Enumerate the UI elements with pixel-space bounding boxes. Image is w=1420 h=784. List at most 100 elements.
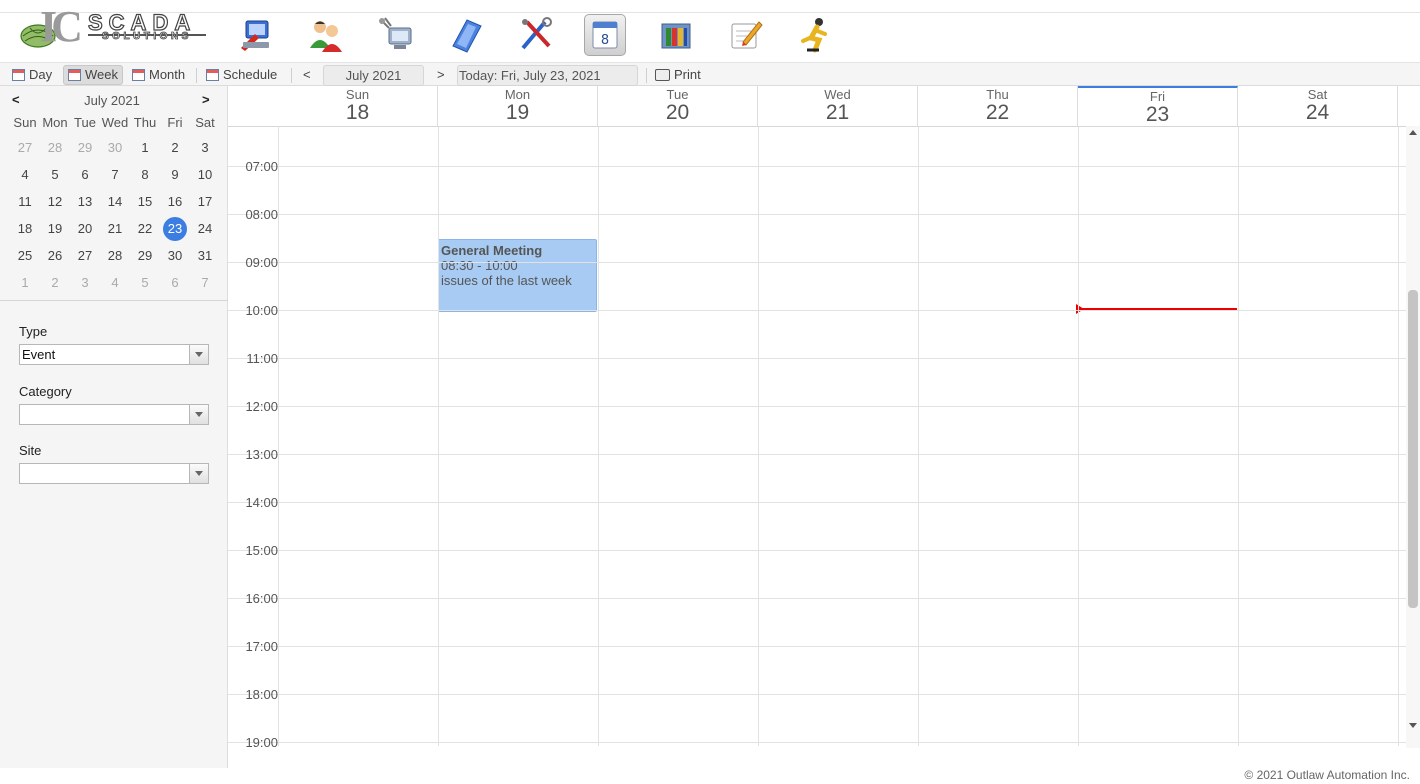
month-view-button[interactable]: Month: [128, 65, 189, 85]
chevron-down-icon[interactable]: [189, 405, 208, 424]
day-view-button[interactable]: Day: [8, 65, 56, 85]
day-header-fri[interactable]: Fri 23: [1078, 86, 1238, 126]
mini-calendar-day[interactable]: 5: [40, 163, 70, 190]
mini-calendar-day[interactable]: 30: [100, 136, 130, 163]
day-name: Sat: [1307, 87, 1328, 102]
today-button[interactable]: [457, 65, 638, 86]
day-header-thu[interactable]: Thu 22: [918, 86, 1078, 126]
mini-calendar-day[interactable]: 28: [40, 136, 70, 163]
mini-calendar-prev-button[interactable]: <: [12, 92, 20, 107]
documents-icon[interactable]: [445, 14, 487, 56]
mini-calendar-day[interactable]: 29: [130, 244, 160, 271]
library-icon[interactable]: [655, 14, 697, 56]
previous-period-button[interactable]: <: [303, 66, 311, 84]
mini-calendar-day[interactable]: 6: [70, 163, 100, 190]
mini-calendar-next-button[interactable]: >: [202, 92, 210, 107]
week-view-button[interactable]: Week: [63, 65, 123, 85]
hour-label: 18:00: [245, 687, 278, 702]
mini-calendar-day[interactable]: 13: [70, 190, 100, 217]
mini-calendar-day[interactable]: 12: [40, 190, 70, 217]
today-highlight: 23: [163, 217, 187, 241]
ic-scada-logo: IC SCADA SOLUTIONS: [18, 4, 208, 52]
scroll-up-icon[interactable]: [1409, 130, 1417, 135]
runner-icon[interactable]: [795, 14, 837, 56]
operator-station-icon[interactable]: [235, 14, 277, 56]
users-icon[interactable]: [305, 14, 347, 56]
hour-label: 10:00: [245, 303, 278, 318]
day-header-sat[interactable]: Sat 24: [1238, 86, 1398, 126]
hour-label: 09:00: [245, 255, 278, 270]
hour-label: 08:00: [245, 207, 278, 222]
mini-calendar-day[interactable]: 18: [10, 217, 40, 244]
tools-icon[interactable]: [515, 14, 557, 56]
type-select[interactable]: Event: [19, 344, 209, 365]
mini-calendar-day[interactable]: 15: [130, 190, 160, 217]
mini-calendar-day[interactable]: 22: [130, 217, 160, 244]
day-column-divider: [278, 126, 279, 746]
mini-calendar-day[interactable]: 19: [40, 217, 70, 244]
mini-calendar-day[interactable]: 2: [160, 136, 190, 163]
mini-calendar-day[interactable]: 7: [100, 163, 130, 190]
mini-calendar-day[interactable]: 10: [190, 163, 220, 190]
category-select[interactable]: [19, 404, 209, 425]
mini-calendar-day[interactable]: 27: [70, 244, 100, 271]
day-column-divider: [438, 126, 439, 746]
day-header-sun[interactable]: Sun 18: [278, 86, 438, 126]
mini-calendar-day[interactable]: 17: [190, 190, 220, 217]
period-display[interactable]: [323, 65, 424, 86]
day-number: 19: [505, 101, 530, 124]
mini-calendar-day[interactable]: 3: [190, 136, 220, 163]
scroll-down-icon[interactable]: [1409, 723, 1417, 728]
mini-calendar-day[interactable]: 28: [100, 244, 130, 271]
mini-calendar-week: 1234567: [10, 271, 220, 298]
mini-calendar-day[interactable]: 20: [70, 217, 100, 244]
calendar-scrollbar[interactable]: [1406, 126, 1420, 748]
mini-calendar-day[interactable]: 30: [160, 244, 190, 271]
calendar-icon[interactable]: 8: [584, 14, 626, 56]
day-header-mon[interactable]: Mon 19: [438, 86, 598, 126]
notes-icon[interactable]: [725, 14, 767, 56]
day-number: 22: [985, 101, 1010, 124]
mini-calendar-day[interactable]: 1: [10, 271, 40, 298]
mini-calendar-day[interactable]: 3: [70, 271, 100, 298]
type-select-value: Event: [22, 347, 56, 362]
network-icon[interactable]: [375, 14, 417, 56]
mini-calendar-week: 18 19 20 21 22 23 24: [10, 217, 220, 244]
day-header-wed[interactable]: Wed 21: [758, 86, 918, 126]
mini-calendar-day[interactable]: 24: [190, 217, 220, 244]
mini-calendar-day[interactable]: 23: [160, 217, 190, 244]
mini-calendar-day[interactable]: 31: [190, 244, 220, 271]
mini-calendar-day[interactable]: 7: [190, 271, 220, 298]
mini-calendar-day[interactable]: 5: [130, 271, 160, 298]
chevron-down-icon[interactable]: [189, 345, 208, 364]
mini-calendar-day[interactable]: 21: [100, 217, 130, 244]
mini-calendar-day[interactable]: 2: [40, 271, 70, 298]
schedule-view-button[interactable]: Schedule: [202, 65, 281, 85]
top-divider: [0, 12, 1420, 13]
chevron-down-icon[interactable]: [189, 464, 208, 483]
mini-calendar-day[interactable]: 4: [100, 271, 130, 298]
next-period-button[interactable]: >: [437, 66, 445, 84]
mini-calendar-day[interactable]: 16: [160, 190, 190, 217]
mini-calendar-day[interactable]: 1: [130, 136, 160, 163]
mini-calendar-day[interactable]: 6: [160, 271, 190, 298]
hour-line: [228, 358, 1406, 359]
mini-calendar-day[interactable]: 4: [10, 163, 40, 190]
scrollbar-thumb[interactable]: [1408, 290, 1418, 608]
calendar-event[interactable]: General Meeting 08:30 - 10:00 issues of …: [438, 239, 597, 312]
day-column-divider: [1398, 126, 1399, 746]
mini-calendar-day[interactable]: 29: [70, 136, 100, 163]
day-header-tue[interactable]: Tue 20: [598, 86, 758, 126]
mini-calendar-day[interactable]: 11: [10, 190, 40, 217]
mini-calendar-day[interactable]: 26: [40, 244, 70, 271]
mini-calendar-day[interactable]: 9: [160, 163, 190, 190]
mini-calendar-day[interactable]: 25: [10, 244, 40, 271]
week-view-label: Week: [85, 67, 118, 82]
mini-calendar-day[interactable]: 27: [10, 136, 40, 163]
site-select[interactable]: [19, 463, 209, 484]
mini-calendar-day[interactable]: 8: [130, 163, 160, 190]
mini-calendar-day[interactable]: 14: [100, 190, 130, 217]
site-label: Site: [19, 443, 42, 458]
print-button[interactable]: Print: [651, 65, 705, 85]
day-column-divider: [598, 126, 599, 746]
